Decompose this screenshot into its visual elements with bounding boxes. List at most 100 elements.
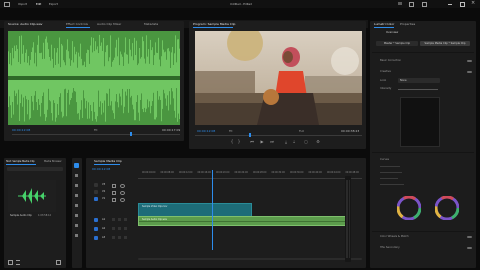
slip-tool-icon[interactable] bbox=[75, 204, 78, 207]
program-timecode[interactable]: 00:00:12:08 bbox=[197, 129, 215, 133]
creative-toggle[interactable] bbox=[467, 71, 472, 73]
solo-button[interactable] bbox=[118, 218, 121, 221]
pen-tool-icon[interactable] bbox=[75, 214, 78, 217]
close-icon[interactable]: × bbox=[471, 0, 475, 6]
mark-in-icon[interactable]: { bbox=[229, 139, 235, 145]
list-view-icon[interactable] bbox=[16, 260, 20, 265]
mute-button[interactable] bbox=[112, 227, 115, 230]
eye-icon[interactable] bbox=[120, 191, 125, 195]
record-button[interactable] bbox=[124, 227, 127, 230]
track-target-button[interactable] bbox=[94, 190, 98, 194]
intensity-slider[interactable] bbox=[398, 89, 438, 90]
video-track-header[interactable]: V3 bbox=[90, 182, 134, 188]
minimize-icon[interactable] bbox=[448, 4, 452, 5]
export-frame-icon[interactable]: ◻ bbox=[303, 139, 309, 145]
tab-source[interactable]: Source: Audio Clip.wav bbox=[8, 21, 42, 28]
program-scrub-bar[interactable] bbox=[195, 135, 362, 136]
lock-icon[interactable] bbox=[112, 191, 116, 195]
clip-dropdown[interactable]: Sample Media Clip * Sample Clip bbox=[420, 41, 470, 46]
program-monitor-panel: Program: Sample Media Clip 00:00:12:08 F… bbox=[189, 21, 366, 149]
record-button[interactable] bbox=[124, 236, 127, 239]
menu-edit[interactable]: Edit bbox=[36, 2, 41, 6]
insert-icon[interactable]: ⤓ bbox=[283, 139, 289, 145]
step-forward-icon[interactable]: ⏭ bbox=[269, 139, 275, 145]
workspace-icon[interactable] bbox=[398, 2, 402, 5]
track-target-button[interactable] bbox=[94, 227, 98, 231]
program-fit[interactable]: Fit bbox=[229, 129, 233, 133]
home-icon[interactable] bbox=[4, 2, 10, 7]
source-playhead[interactable] bbox=[130, 132, 132, 136]
color-wheels-toggle[interactable] bbox=[467, 236, 472, 238]
solo-button[interactable] bbox=[118, 227, 121, 230]
mute-button[interactable] bbox=[112, 236, 115, 239]
solo-button[interactable] bbox=[118, 236, 121, 239]
video-track-header[interactable]: V1 bbox=[90, 196, 134, 202]
program-quality[interactable]: Full bbox=[299, 129, 304, 133]
program-playhead[interactable] bbox=[249, 133, 251, 137]
source-scrub-bar[interactable] bbox=[12, 134, 180, 135]
tab-audio-mixer[interactable]: Audio Clip Mixer bbox=[97, 21, 121, 28]
source-timecode[interactable]: 00:00:12:08 bbox=[12, 128, 30, 132]
project-item-name[interactable]: Sample Audio Clip bbox=[10, 214, 32, 217]
timeline-ruler[interactable]: 00:00:04:00 00:00:08:00 00:00:12:00 00:00:1… bbox=[138, 170, 362, 179]
hsl-toggle[interactable] bbox=[467, 247, 472, 249]
look-dropdown[interactable]: None bbox=[398, 78, 440, 83]
tab-media-browser[interactable]: Media Browser bbox=[44, 158, 62, 165]
lock-icon[interactable] bbox=[112, 198, 116, 202]
menu-import[interactable]: Import bbox=[18, 2, 27, 6]
mark-out-icon[interactable]: } bbox=[236, 139, 242, 145]
menu-export[interactable]: Export bbox=[49, 2, 58, 6]
lock-icon[interactable] bbox=[112, 184, 116, 188]
section-basic-correction[interactable]: Basic Correction bbox=[380, 59, 401, 63]
section-color-wheels[interactable]: Color Wheels & Match bbox=[380, 235, 409, 239]
type-tool-icon[interactable] bbox=[75, 234, 78, 237]
eye-icon[interactable] bbox=[120, 198, 125, 202]
audio-track-header[interactable]: A3 bbox=[90, 234, 134, 242]
color-wheel-shadows-icon[interactable] bbox=[397, 196, 421, 220]
new-item-icon[interactable] bbox=[8, 260, 13, 265]
razor-tool-icon[interactable] bbox=[75, 194, 78, 197]
audio-track-header[interactable]: A1 bbox=[90, 216, 134, 224]
track-target-button[interactable] bbox=[94, 197, 98, 201]
overwrite-icon[interactable]: ⇣ bbox=[291, 139, 297, 145]
project-item-thumbnail[interactable] bbox=[8, 180, 56, 212]
ruler-label: 00:00:40:00 bbox=[308, 171, 322, 174]
lumetri-subtab[interactable]: Overview bbox=[386, 31, 398, 34]
tab-metadata[interactable]: Metadata bbox=[144, 21, 158, 28]
track-select-tool-icon[interactable] bbox=[75, 174, 78, 177]
ripple-tool-icon[interactable] bbox=[75, 184, 78, 187]
selection-tool-icon[interactable] bbox=[74, 163, 79, 168]
step-back-icon[interactable]: ⏮ bbox=[249, 139, 255, 145]
project-search[interactable] bbox=[7, 167, 63, 171]
play-icon[interactable]: ▶ bbox=[259, 139, 265, 145]
track-target-button[interactable] bbox=[94, 218, 98, 222]
audio-clip[interactable]: Sample Audio Clip.wav bbox=[138, 216, 350, 226]
eye-icon[interactable] bbox=[120, 184, 125, 188]
color-wheel-highlights-icon[interactable] bbox=[435, 196, 459, 220]
timeline-zoom-scrollbar[interactable] bbox=[138, 258, 362, 260]
section-creative[interactable]: Creative bbox=[380, 70, 391, 74]
section-hsl-secondary[interactable]: HSL Secondary bbox=[380, 246, 400, 250]
timeline-playhead[interactable] bbox=[211, 170, 213, 250]
master-clip-dropdown[interactable]: Master * Sample Clip bbox=[376, 41, 418, 46]
mute-button[interactable] bbox=[112, 218, 115, 221]
basic-correction-toggle[interactable] bbox=[467, 60, 472, 62]
maximize-icon[interactable] bbox=[460, 2, 465, 7]
share-icon[interactable] bbox=[422, 2, 427, 7]
audio-track-header[interactable]: A2 bbox=[90, 225, 134, 233]
program-video-frame[interactable] bbox=[195, 31, 362, 125]
window-title: Untitled - Edited bbox=[230, 2, 252, 6]
track-target-button[interactable] bbox=[94, 236, 98, 240]
section-curves[interactable]: Curves bbox=[380, 158, 389, 162]
hand-tool-icon[interactable] bbox=[75, 224, 78, 227]
timeline-timecode[interactable]: 00:00:12:08 bbox=[92, 167, 110, 171]
track-target-button[interactable] bbox=[94, 183, 98, 187]
settings-icon[interactable]: ⚙ bbox=[315, 139, 321, 145]
video-track-header[interactable]: V2 bbox=[90, 189, 134, 195]
source-fit[interactable]: Fit bbox=[94, 128, 98, 132]
delete-icon[interactable] bbox=[56, 260, 61, 265]
audio-waveform[interactable] bbox=[8, 31, 180, 125]
tab-properties[interactable]: Properties bbox=[400, 21, 415, 28]
fullscreen-icon[interactable] bbox=[409, 2, 414, 7]
record-button[interactable] bbox=[124, 218, 127, 221]
